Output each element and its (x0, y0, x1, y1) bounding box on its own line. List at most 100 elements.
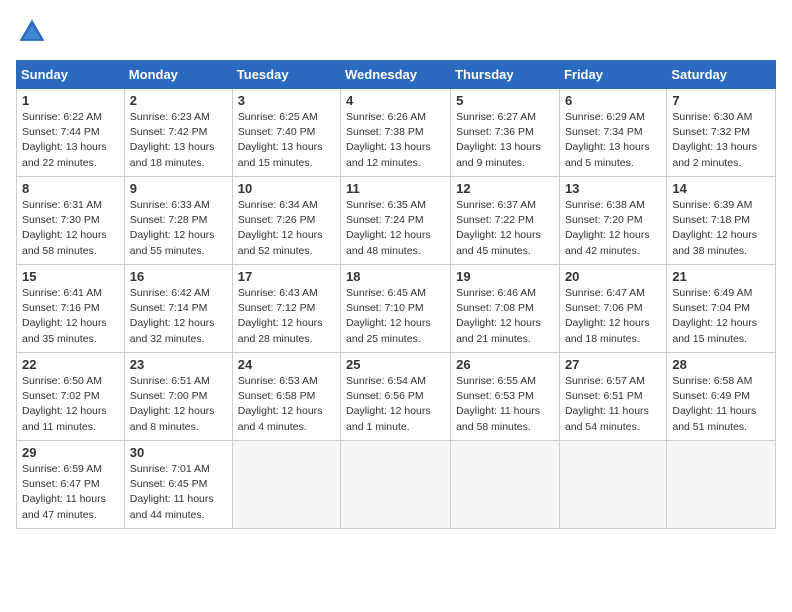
table-row: 30Sunrise: 7:01 AMSunset: 6:45 PMDayligh… (124, 441, 232, 529)
table-row: 4Sunrise: 6:26 AMSunset: 7:38 PMDaylight… (341, 89, 451, 177)
day-number: 22 (22, 357, 119, 372)
day-info: Sunrise: 6:42 AMSunset: 7:14 PMDaylight:… (130, 286, 227, 347)
daylight: Daylight: 12 hours and 45 minutes. (456, 229, 541, 256)
daylight: Daylight: 12 hours and 35 minutes. (22, 317, 107, 344)
sunset: Sunset: 6:47 PM (22, 478, 100, 490)
sunrise: Sunrise: 6:34 AM (238, 199, 318, 211)
sunset: Sunset: 7:22 PM (456, 214, 534, 226)
daylight: Daylight: 12 hours and 28 minutes. (238, 317, 323, 344)
sunset: Sunset: 7:14 PM (130, 302, 208, 314)
sunset: Sunset: 7:34 PM (565, 126, 643, 138)
sunset: Sunset: 7:40 PM (238, 126, 316, 138)
table-row: 16 Sunrise: 6:42 AMSunset: 7:14 PMDayligh… (124, 265, 232, 353)
table-row: 7Sunrise: 6:30 AMSunset: 7:32 PMDaylight… (667, 89, 776, 177)
sunset: Sunset: 7:36 PM (456, 126, 534, 138)
sunrise: Sunrise: 6:35 AM (346, 199, 426, 211)
sunrise: Sunrise: 6:50 AM (22, 375, 102, 387)
day-number: 16 (130, 269, 227, 284)
day-info: Sunrise: 6:59 AMSunset: 6:47 PMDaylight:… (22, 462, 119, 523)
day-number: 18 (346, 269, 445, 284)
day-info: Sunrise: 6:41 AMSunset: 7:16 PMDaylight:… (22, 286, 119, 347)
table-row: 24Sunrise: 6:53 AMSunset: 6:58 PMDayligh… (232, 353, 340, 441)
daylight: Daylight: 12 hours and 38 minutes. (672, 229, 757, 256)
table-row: 26Sunrise: 6:55 AMSunset: 6:53 PMDayligh… (451, 353, 560, 441)
sunset: Sunset: 7:00 PM (130, 390, 208, 402)
day-info: Sunrise: 6:55 AMSunset: 6:53 PMDaylight:… (456, 374, 554, 435)
table-row (559, 441, 666, 529)
table-row: 13Sunrise: 6:38 AMSunset: 7:20 PMDayligh… (559, 177, 666, 265)
daylight: Daylight: 12 hours and 42 minutes. (565, 229, 650, 256)
col-monday: Monday (124, 61, 232, 89)
daylight: Daylight: 11 hours and 58 minutes. (456, 405, 540, 432)
table-row: 5Sunrise: 6:27 AMSunset: 7:36 PMDaylight… (451, 89, 560, 177)
table-row: 29Sunrise: 6:59 AMSunset: 6:47 PMDayligh… (17, 441, 125, 529)
table-row: 22Sunrise: 6:50 AMSunset: 7:02 PMDayligh… (17, 353, 125, 441)
table-row: 15 Sunrise: 6:41 AMSunset: 7:16 PMDayligh… (17, 265, 125, 353)
day-number: 15 (22, 269, 119, 284)
calendar-week-row: 15 Sunrise: 6:41 AMSunset: 7:16 PMDayligh… (17, 265, 776, 353)
sunrise: Sunrise: 6:58 AM (672, 375, 752, 387)
sunrise: Sunrise: 6:49 AM (672, 287, 752, 299)
sunset: Sunset: 7:24 PM (346, 214, 424, 226)
day-info: Sunrise: 6:39 AMSunset: 7:18 PMDaylight:… (672, 198, 770, 259)
day-info: Sunrise: 6:57 AMSunset: 6:51 PMDaylight:… (565, 374, 661, 435)
day-number: 11 (346, 181, 445, 196)
table-row: 8Sunrise: 6:31 AMSunset: 7:30 PMDaylight… (17, 177, 125, 265)
sunset: Sunset: 7:42 PM (130, 126, 208, 138)
day-number: 27 (565, 357, 661, 372)
col-sunday: Sunday (17, 61, 125, 89)
day-info: Sunrise: 6:34 AM Sunset: 7:26 PM Daylight:… (238, 198, 335, 259)
table-row: 23Sunrise: 6:51 AMSunset: 7:00 PMDayligh… (124, 353, 232, 441)
sunrise: Sunrise: 6:38 AM (565, 199, 645, 211)
sunset: Sunset: 6:49 PM (672, 390, 750, 402)
table-row: 11 Sunrise: 6:35 AM Sunset: 7:24 PM Dayligh… (341, 177, 451, 265)
sunset: Sunset: 6:58 PM (238, 390, 316, 402)
day-info: Sunrise: 6:51 AMSunset: 7:00 PMDaylight:… (130, 374, 227, 435)
day-number: 25 (346, 357, 445, 372)
sunset: Sunset: 7:10 PM (346, 302, 424, 314)
table-row (667, 441, 776, 529)
day-number: 17 (238, 269, 335, 284)
daylight: Daylight: 12 hours and 4 minutes. (238, 405, 323, 432)
sunrise: Sunrise: 6:37 AM (456, 199, 536, 211)
day-number: 7 (672, 93, 770, 108)
daylight: Daylight: 12 hours and 15 minutes. (672, 317, 757, 344)
sunrise: Sunrise: 6:39 AM (672, 199, 752, 211)
table-row: 9Sunrise: 6:33 AMSunset: 7:28 PMDaylight… (124, 177, 232, 265)
daylight: Daylight: 12 hours and 25 minutes. (346, 317, 431, 344)
table-row: 1Sunrise: 6:22 AMSunset: 7:44 PMDaylight… (17, 89, 125, 177)
sunrise: Sunrise: 6:43 AM (238, 287, 318, 299)
daylight: Daylight: 12 hours and 21 minutes. (456, 317, 541, 344)
sunset: Sunset: 7:06 PM (565, 302, 643, 314)
daylight: Daylight: 12 hours and 55 minutes. (130, 229, 215, 256)
day-number: 21 (672, 269, 770, 284)
sunrise: Sunrise: 6:26 AM (346, 111, 426, 123)
day-info: Sunrise: 6:35 AM Sunset: 7:24 PM Daylight:… (346, 198, 445, 259)
sunrise: Sunrise: 6:55 AM (456, 375, 536, 387)
sunset: Sunset: 7:32 PM (672, 126, 750, 138)
sunrise: Sunrise: 6:59 AM (22, 463, 102, 475)
calendar-header-row: Sunday Monday Tuesday Wednesday Thursday… (17, 61, 776, 89)
sunset: Sunset: 7:38 PM (346, 126, 424, 138)
daylight: Daylight: 12 hours and 8 minutes. (130, 405, 215, 432)
col-friday: Friday (559, 61, 666, 89)
daylight: Daylight: 12 hours and 52 minutes. (238, 229, 323, 256)
daylight: Daylight: 12 hours and 1 minute. (346, 405, 431, 432)
day-info: Sunrise: 6:46 AMSunset: 7:08 PMDaylight:… (456, 286, 554, 347)
col-tuesday: Tuesday (232, 61, 340, 89)
daylight: Daylight: 12 hours and 18 minutes. (565, 317, 650, 344)
daylight: Daylight: 12 hours and 48 minutes. (346, 229, 431, 256)
daylight: Daylight: 13 hours and 18 minutes. (130, 141, 215, 168)
day-number: 1 (22, 93, 119, 108)
day-info: Sunrise: 6:43 AMSunset: 7:12 PMDaylight:… (238, 286, 335, 347)
day-number: 28 (672, 357, 770, 372)
calendar-week-row: 1Sunrise: 6:22 AMSunset: 7:44 PMDaylight… (17, 89, 776, 177)
logo (16, 16, 52, 48)
day-number: 12 (456, 181, 554, 196)
daylight: Daylight: 12 hours and 58 minutes. (22, 229, 107, 256)
sunset: Sunset: 7:28 PM (130, 214, 208, 226)
day-info: Sunrise: 6:45 AMSunset: 7:10 PMDaylight:… (346, 286, 445, 347)
sunset: Sunset: 7:26 PM (238, 214, 316, 226)
daylight: Daylight: 13 hours and 15 minutes. (238, 141, 323, 168)
col-wednesday: Wednesday (341, 61, 451, 89)
